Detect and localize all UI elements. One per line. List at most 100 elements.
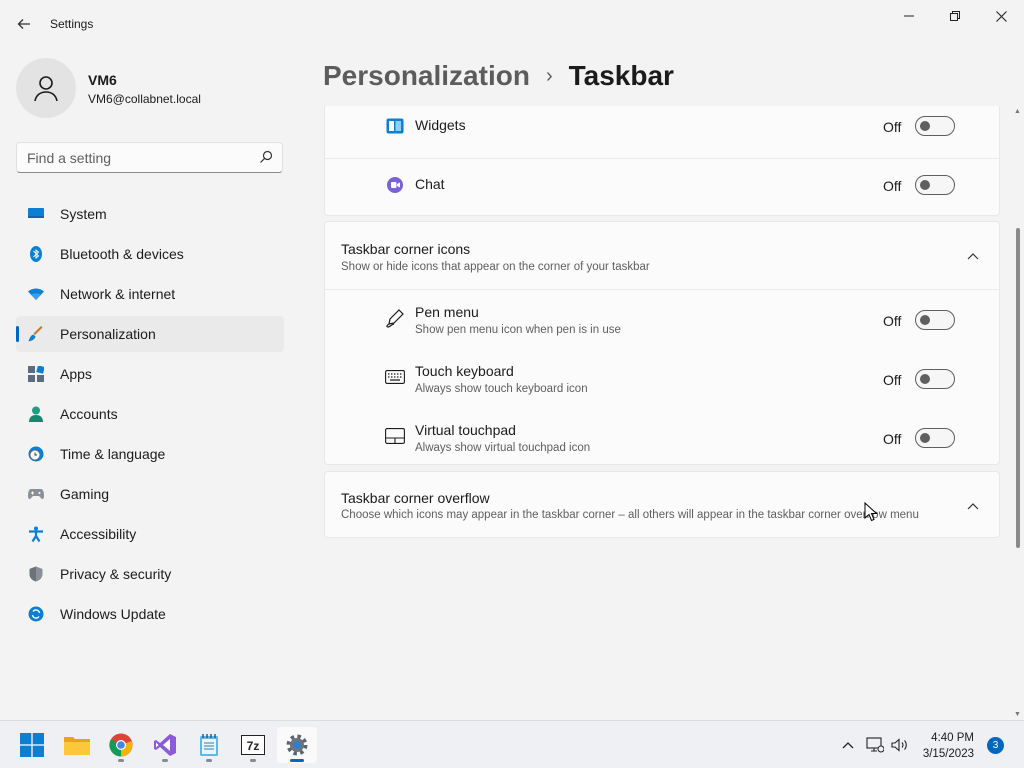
- user-profile[interactable]: VM6 VM6@collabnet.local: [16, 58, 296, 118]
- minimize-icon: [904, 15, 914, 17]
- sidebar-item-system[interactable]: System: [16, 196, 284, 232]
- back-button[interactable]: [10, 10, 38, 38]
- 7zip-icon: 7z: [241, 735, 265, 755]
- sidebar-item-label: Network & internet: [60, 286, 176, 302]
- user-email: VM6@collabnet.local: [88, 92, 201, 106]
- touch-keyboard-toggle[interactable]: [915, 369, 955, 389]
- running-indicator: [118, 759, 124, 762]
- sidebar-item-bluetooth[interactable]: Bluetooth & devices: [16, 236, 284, 272]
- chat-title: Chat: [415, 176, 445, 192]
- running-indicator: [162, 759, 168, 762]
- toggle-knob: [920, 315, 930, 325]
- minimize-button[interactable]: [886, 0, 932, 32]
- widgets-row: Widgets Off: [325, 106, 1001, 158]
- sidebar-item-windows-update[interactable]: Windows Update: [16, 596, 284, 632]
- notepad-taskbar-button[interactable]: [189, 727, 229, 763]
- svg-text:7z: 7z: [247, 739, 260, 753]
- close-icon: [995, 10, 1007, 22]
- widgets-state: Off: [883, 119, 902, 135]
- scroll-thumb[interactable]: [1016, 228, 1020, 548]
- virtual-touchpad-toggle[interactable]: [915, 428, 955, 448]
- scrollbar[interactable]: ▲ ▼: [1012, 106, 1024, 720]
- visual-studio-taskbar-button[interactable]: [145, 727, 185, 763]
- settings-taskbar-button[interactable]: [277, 727, 317, 763]
- sidebar-item-personalization[interactable]: Personalization: [16, 316, 284, 352]
- touchpad-icon: [385, 426, 405, 446]
- user-name: VM6: [88, 72, 117, 88]
- chrome-taskbar-button[interactable]: [101, 727, 141, 763]
- virtual-touchpad-row: Virtual touchpad Always show virtual tou…: [325, 408, 1001, 466]
- sidebar-item-label: Windows Update: [60, 606, 166, 622]
- scroll-up-arrow-icon[interactable]: ▲: [1014, 108, 1021, 115]
- system-clock[interactable]: 4:40 PM 3/15/2023: [914, 730, 974, 762]
- sidebar-nav: System Bluetooth & devices Network & int…: [16, 196, 284, 636]
- running-indicator: [206, 759, 212, 762]
- chevron-up-icon[interactable]: [965, 498, 981, 514]
- corner-icons-header[interactable]: Taskbar corner icons Show or hide icons …: [325, 222, 1001, 289]
- pen-menu-row: Pen menu Show pen menu icon when pen is …: [325, 290, 1001, 349]
- section-description: Choose which icons may appear in the tas…: [341, 509, 919, 521]
- touch-keyboard-title: Touch keyboard: [415, 363, 514, 379]
- sidebar-item-accounts[interactable]: Accounts: [16, 396, 284, 432]
- toggle-knob: [920, 180, 930, 190]
- pen-menu-description: Show pen menu icon when pen is in use: [415, 324, 621, 336]
- touch-keyboard-state: Off: [883, 372, 902, 388]
- avatar: [16, 58, 76, 118]
- widgets-toggle[interactable]: [915, 116, 955, 136]
- notification-badge[interactable]: 3: [987, 737, 1004, 754]
- page-title: Taskbar: [568, 60, 674, 91]
- bluetooth-icon: [28, 246, 44, 262]
- sidebar-item-privacy[interactable]: Privacy & security: [16, 556, 284, 592]
- widgets-title: Widgets: [415, 117, 466, 133]
- chat-icon: [385, 175, 405, 195]
- file-explorer-icon: [64, 737, 90, 755]
- pen-menu-state: Off: [883, 313, 902, 329]
- settings-content: Widgets Off Chat Off Taskbar corner icon…: [324, 106, 1014, 720]
- sidebar-item-label: Accounts: [60, 406, 118, 422]
- sidebar-item-accessibility[interactable]: Accessibility: [16, 516, 284, 552]
- toggle-knob: [920, 374, 930, 384]
- section-title: Taskbar corner icons: [341, 241, 471, 257]
- chevron-up-icon[interactable]: [965, 248, 981, 264]
- network-status-icon[interactable]: [863, 733, 887, 757]
- taskbar-items-card: Widgets Off Chat Off: [324, 106, 1001, 216]
- file-explorer-taskbar-button[interactable]: [57, 727, 97, 763]
- breadcrumb: Personalization › Taskbar: [323, 58, 674, 94]
- start-button[interactable]: [12, 727, 52, 763]
- section-description: Show or hide icons that appear on the co…: [341, 261, 650, 273]
- pen-menu-toggle[interactable]: [915, 310, 955, 330]
- settings-gear-icon: [286, 734, 308, 756]
- person-icon: [28, 406, 44, 422]
- person-avatar-icon: [34, 76, 58, 102]
- sidebar-item-apps[interactable]: Apps: [16, 356, 284, 392]
- mouse-cursor-icon: [864, 502, 878, 522]
- title-bar: Settings: [0, 0, 1024, 48]
- show-hidden-icons-chevron-up-icon[interactable]: [836, 733, 860, 757]
- accessibility-icon: [28, 526, 44, 542]
- close-button[interactable]: [978, 0, 1024, 32]
- search-box[interactable]: [16, 142, 283, 173]
- scroll-down-arrow-icon[interactable]: ▼: [1014, 711, 1021, 718]
- sidebar-item-label: Personalization: [60, 326, 156, 342]
- sidebar-item-gaming[interactable]: Gaming: [16, 476, 284, 512]
- volume-icon[interactable]: [888, 733, 912, 757]
- clock-date: 3/15/2023: [922, 748, 974, 760]
- 7zip-taskbar-button[interactable]: 7z: [233, 727, 273, 763]
- maximize-button[interactable]: [932, 0, 978, 32]
- keyboard-icon: [385, 367, 405, 387]
- toggle-knob: [920, 433, 930, 443]
- shield-icon: [28, 566, 44, 582]
- restore-icon: [950, 11, 960, 21]
- corner-overflow-card[interactable]: Taskbar corner overflow Choose which ico…: [324, 471, 1000, 538]
- pen-menu-title: Pen menu: [415, 304, 479, 320]
- arrow-left-icon: [17, 19, 30, 29]
- sidebar-item-network[interactable]: Network & internet: [16, 276, 284, 312]
- breadcrumb-separator: ›: [545, 64, 553, 87]
- breadcrumb-parent[interactable]: Personalization: [323, 60, 530, 92]
- chat-toggle[interactable]: [915, 175, 955, 195]
- search-input[interactable]: [27, 149, 247, 167]
- update-icon: [28, 606, 44, 622]
- sidebar-item-label: Bluetooth & devices: [60, 246, 184, 262]
- search-icon[interactable]: [258, 149, 274, 165]
- sidebar-item-time-language[interactable]: Time & language: [16, 436, 284, 472]
